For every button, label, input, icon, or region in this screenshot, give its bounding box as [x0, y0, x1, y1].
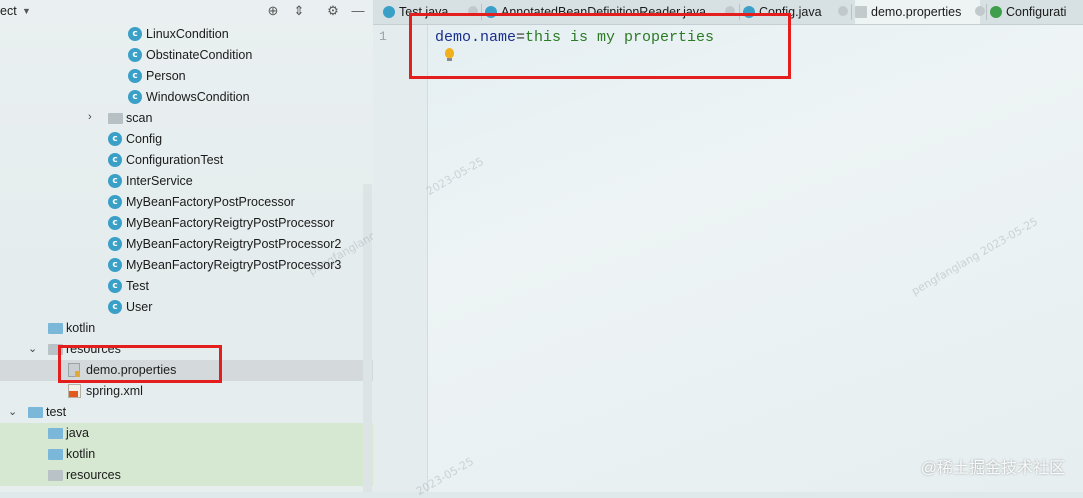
class-icon: c: [108, 132, 122, 146]
tree-row[interactable]: c MyBeanFactoryPostProcessor: [0, 192, 373, 213]
tree-row[interactable]: kotlin: [0, 444, 373, 465]
class-icon: c: [128, 27, 142, 41]
class-icon: c: [108, 279, 122, 293]
tree-row[interactable]: c LinuxCondition: [0, 24, 373, 45]
class-icon: c: [128, 69, 142, 83]
chevron-down-icon[interactable]: ⌄: [8, 405, 17, 418]
tree-item-label: Person: [146, 69, 186, 83]
tree-item-label: InterService: [126, 174, 193, 188]
tab-label: Configurati: [1006, 5, 1067, 19]
tree-item-label: Test: [126, 279, 149, 293]
annotation-icon: [990, 6, 1002, 18]
tree-item-label: MyBeanFactoryReigtryPostProcessor: [126, 216, 335, 230]
tree-row[interactable]: › scan: [0, 108, 373, 129]
tree-row[interactable]: c Test: [0, 276, 373, 297]
tree-item-label: ConfigurationTest: [126, 153, 224, 167]
watermark: 2023-05-25: [424, 154, 486, 199]
class-icon: c: [108, 216, 122, 230]
gear-icon[interactable]: ⚙: [325, 3, 341, 19]
tab-label: demo.properties: [871, 5, 962, 19]
tree-item-label: MyBeanFactoryReigtryPostProcessor2: [126, 237, 342, 251]
tree-item-label: LinuxCondition: [146, 27, 229, 41]
class-icon: c: [108, 300, 122, 314]
tab-separator: [851, 4, 852, 20]
tree-item-label: java: [66, 426, 89, 440]
project-panel-header: ect ▼ ⊕ ⇕ ⚙ —: [0, 0, 373, 24]
line-number: 1: [379, 29, 387, 44]
tree-item-label: MyBeanFactoryPostProcessor: [126, 195, 295, 209]
project-view-title[interactable]: ect: [0, 4, 17, 18]
tree-row[interactable]: c ObstinateCondition: [0, 45, 373, 66]
folder-icon: [48, 449, 63, 460]
class-icon: [383, 6, 395, 18]
highlight-box-editor: [409, 13, 791, 79]
tree-item-label: User: [126, 300, 153, 314]
tree-item-label: spring.xml: [86, 384, 143, 398]
tree-row[interactable]: c WindowsCondition: [0, 87, 373, 108]
view-dropdown-icon[interactable]: ▼: [22, 6, 31, 16]
folder-icon: [28, 407, 43, 418]
locate-icon[interactable]: ⊕: [265, 3, 281, 19]
folder-icon: [108, 113, 123, 124]
tree-item-label: resources: [66, 468, 121, 482]
folder-icon: [48, 470, 63, 481]
class-icon: c: [108, 195, 122, 209]
folder-icon: [48, 428, 63, 439]
collapse-all-icon[interactable]: ⇕: [291, 3, 307, 19]
tree-row[interactable]: java: [0, 423, 373, 444]
class-icon: c: [108, 153, 122, 167]
close-tab-icon[interactable]: [838, 6, 848, 16]
tree-item-label: WindowsCondition: [146, 90, 250, 104]
class-icon: c: [128, 90, 142, 104]
tree-row[interactable]: c ConfigurationTest: [0, 150, 373, 171]
hide-panel-icon[interactable]: —: [350, 3, 366, 19]
footer-watermark: @稀土掘金技术社区: [920, 460, 1065, 477]
tree-item-label: test: [46, 405, 67, 419]
tree-item-label: kotlin: [66, 321, 96, 335]
editor-tab[interactable]: Configurati: [990, 0, 1083, 24]
tree-row[interactable]: c Person: [0, 66, 373, 87]
tree-item-label: kotlin: [66, 447, 96, 461]
class-icon: c: [108, 237, 122, 251]
tree-row[interactable]: c MyBeanFactoryReigtryPostProcessor: [0, 213, 373, 234]
close-tab-icon[interactable]: [975, 6, 985, 16]
tree-item-label: scan: [126, 111, 153, 125]
watermark: pengfanglang 2023-05-25: [909, 215, 1041, 298]
editor-tab[interactable]: demo.properties: [855, 0, 980, 24]
tree-item-label: ObstinateCondition: [146, 48, 253, 62]
tree-item-label: Config: [126, 132, 163, 146]
tree-row[interactable]: c InterService: [0, 171, 373, 192]
tree-row[interactable]: c MyBeanFactoryReigtryPostProcessor2: [0, 234, 373, 255]
class-icon: c: [128, 48, 142, 62]
tree-row[interactable]: c Config: [0, 129, 373, 150]
chevron-right-icon[interactable]: ›: [88, 111, 92, 123]
highlight-box-tree: [58, 345, 222, 383]
chevron-down-icon[interactable]: ⌄: [28, 342, 37, 355]
tree-row[interactable]: kotlin: [0, 318, 373, 339]
project-panel: ect ▼ ⊕ ⇕ ⚙ — c LinuxCondition c ObstinateC…: [0, 0, 373, 492]
editor-gutter: 1: [373, 25, 428, 492]
class-icon: c: [108, 174, 122, 188]
folder-icon: [48, 323, 63, 334]
tab-separator: [986, 4, 987, 20]
properties-icon: [855, 6, 867, 18]
tree-row[interactable]: resources: [0, 465, 373, 486]
tree-row[interactable]: spring.xml: [0, 381, 373, 402]
class-icon: c: [108, 258, 122, 272]
tree-row[interactable]: ⌄ test: [0, 402, 373, 423]
xml-icon: [68, 384, 81, 398]
tree-row[interactable]: c User: [0, 297, 373, 318]
